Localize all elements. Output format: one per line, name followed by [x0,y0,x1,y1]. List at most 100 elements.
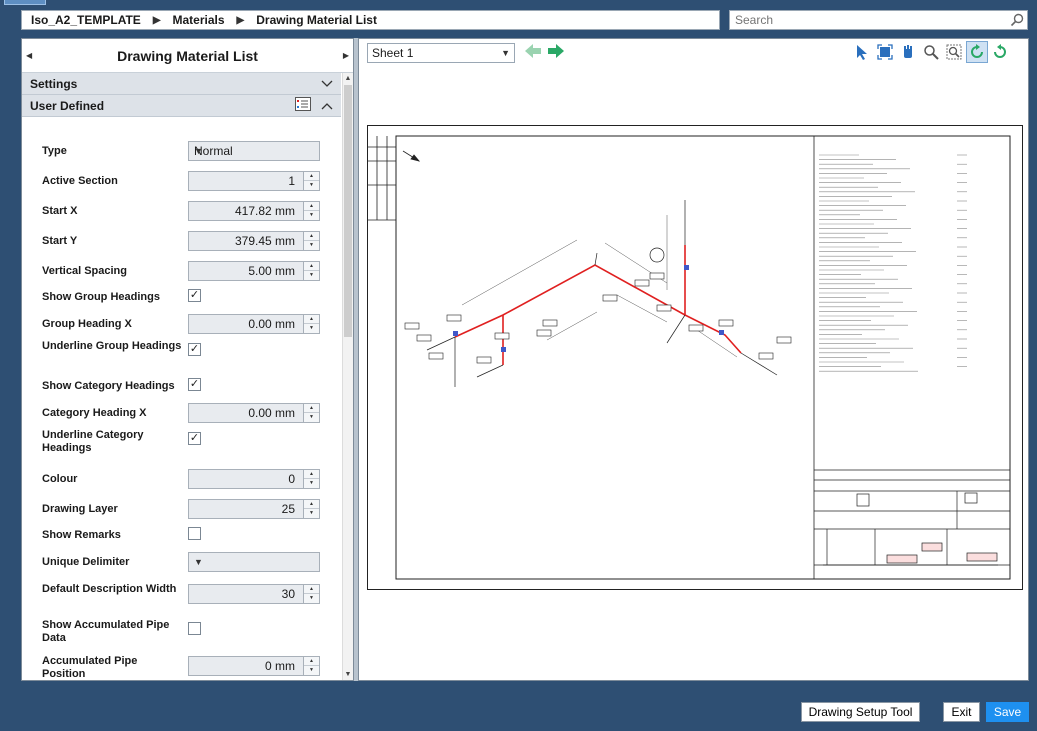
property-label: Underline Group Headings [42,340,182,352]
property-label: Show Accumulated Pipe Data [42,619,170,644]
spin-down-icon[interactable]: ▼ [304,181,319,190]
spinner[interactable]: ▲ ▼ [303,470,319,488]
property-label: Vertical Spacing [42,265,127,277]
breadcrumb-item-root[interactable]: Iso_A2_TEMPLATE [31,13,141,27]
previous-sheet-arrow-icon[interactable] [525,44,541,62]
spin-down-icon[interactable]: ▼ [304,241,319,250]
checklist-icon[interactable] [295,97,311,114]
chevron-up-icon [321,99,333,113]
property-value: 379.45 mm [234,234,295,248]
spin-down-icon[interactable]: ▼ [304,666,319,675]
scrollbar-thumb[interactable] [344,85,352,337]
property-number-input[interactable]: 0 mm ▲ ▼ [188,656,320,676]
spinner[interactable]: ▲ ▼ [303,202,319,220]
spinner[interactable]: ▲ ▼ [303,262,319,280]
zoom-window-icon[interactable] [943,41,965,63]
spinner[interactable]: ▲ ▼ [303,404,319,422]
spin-down-icon[interactable]: ▼ [304,479,319,488]
refresh-icon[interactable] [966,41,988,63]
expand-right-arrow-icon[interactable]: ▶ [343,51,349,60]
scroll-up-icon[interactable]: ▲ [343,75,353,82]
property-number-input[interactable]: 0 ▲ ▼ [188,469,320,489]
spin-down-icon[interactable]: ▼ [304,594,319,603]
sheet-select-value: Sheet 1 [372,46,414,60]
spinner[interactable]: ▲ ▼ [303,585,319,603]
property-value: 0.00 mm [248,406,295,420]
property-number-input[interactable]: 30 ▲ ▼ [188,584,320,604]
spin-up-icon[interactable]: ▲ [304,232,319,241]
spin-up-icon[interactable]: ▲ [304,172,319,181]
collapse-left-arrow-icon[interactable]: ◀ [26,51,32,60]
spin-up-icon[interactable]: ▲ [304,500,319,509]
pan-hand-icon[interactable] [897,41,919,63]
breadcrumb-item-materials[interactable]: Materials [173,13,225,27]
property-label: Underline Category Headings [42,429,144,454]
property-number-input[interactable]: 1 ▲ ▼ [188,171,320,191]
spin-up-icon[interactable]: ▲ [304,202,319,211]
property-value: 1 [288,174,295,188]
sheet-border [367,125,1023,590]
property-value: 25 [281,502,295,516]
spin-down-icon[interactable]: ▼ [304,271,319,280]
property-checkbox[interactable] [188,622,201,635]
property-label: Start Y [42,235,78,247]
spin-down-icon[interactable]: ▼ [304,413,319,422]
select-arrow-icon[interactable] [851,41,873,63]
panel-scrollbar[interactable]: ▲ ▼ [342,73,353,680]
breadcrumb-chevron-icon: ▶ [152,14,161,26]
spin-up-icon[interactable]: ▲ [304,585,319,594]
breadcrumb-item-current[interactable]: Drawing Material List [256,13,377,27]
spinner[interactable]: ▲ ▼ [303,500,319,518]
exit-button[interactable]: Exit [943,702,980,722]
spin-down-icon[interactable]: ▼ [304,509,319,518]
dropdown-arrow-icon: ▼ [194,146,203,156]
property-label: Type [42,145,67,157]
property-number-input[interactable]: 417.82 mm ▲ ▼ [188,201,320,221]
property-checkbox[interactable]: ✓ [188,432,201,445]
search-input[interactable] [730,11,1000,29]
property-select[interactable]: ▼ [188,552,320,572]
spinner[interactable]: ▲ ▼ [303,232,319,250]
property-checkbox[interactable]: ✓ [188,289,201,302]
property-label: Start X [42,205,78,217]
spin-up-icon[interactable]: ▲ [304,470,319,479]
spinner[interactable]: ▲ ▼ [303,657,319,675]
user-defined-section-header[interactable]: User Defined [22,95,341,117]
spin-down-icon[interactable]: ▼ [304,324,319,333]
settings-section-header[interactable]: Settings [22,73,341,95]
property-number-input[interactable]: 0.00 mm ▲ ▼ [188,403,320,423]
spinner[interactable]: ▲ ▼ [303,172,319,190]
zoom-extents-icon[interactable] [874,41,896,63]
zoom-icon[interactable] [920,41,942,63]
property-label: Accumulated Pipe Position [42,655,138,680]
sheet-select[interactable]: Sheet 1 ▼ [367,43,515,63]
spin-up-icon[interactable]: ▲ [304,404,319,413]
property-label: Unique Delimiter [42,556,130,568]
spin-up-icon[interactable]: ▲ [304,262,319,271]
scroll-down-icon[interactable]: ▼ [343,671,353,678]
search-icon[interactable] [1010,13,1024,30]
drawing-setup-tool-button[interactable]: Drawing Setup Tool [801,702,920,722]
spin-down-icon[interactable]: ▼ [304,211,319,220]
property-checkbox[interactable]: ✓ [188,378,201,391]
view-toolbar [851,41,1027,65]
next-sheet-arrow-icon[interactable] [548,44,564,62]
settings-section-label: Settings [30,76,78,91]
redraw-icon[interactable] [989,41,1011,63]
property-number-input[interactable]: 379.45 mm ▲ ▼ [188,231,320,251]
property-value: 30 [281,587,295,601]
left-panel: ◀ Drawing Material List ▶ Settings User … [21,38,354,681]
app-tab[interactable] [4,0,46,5]
property-checkbox[interactable] [188,527,201,540]
isometric-drawing-sheet[interactable] [367,125,1023,590]
property-label: Group Heading X [42,318,132,330]
spin-up-icon[interactable]: ▲ [304,315,319,324]
property-select[interactable]: Normal ▼ [188,141,320,161]
property-checkbox[interactable]: ✓ [188,343,201,356]
save-button[interactable]: Save [986,702,1029,722]
spinner[interactable]: ▲ ▼ [303,315,319,333]
property-number-input[interactable]: 25 ▲ ▼ [188,499,320,519]
spin-up-icon[interactable]: ▲ [304,657,319,666]
property-number-input[interactable]: 5.00 mm ▲ ▼ [188,261,320,281]
property-number-input[interactable]: 0.00 mm ▲ ▼ [188,314,320,334]
